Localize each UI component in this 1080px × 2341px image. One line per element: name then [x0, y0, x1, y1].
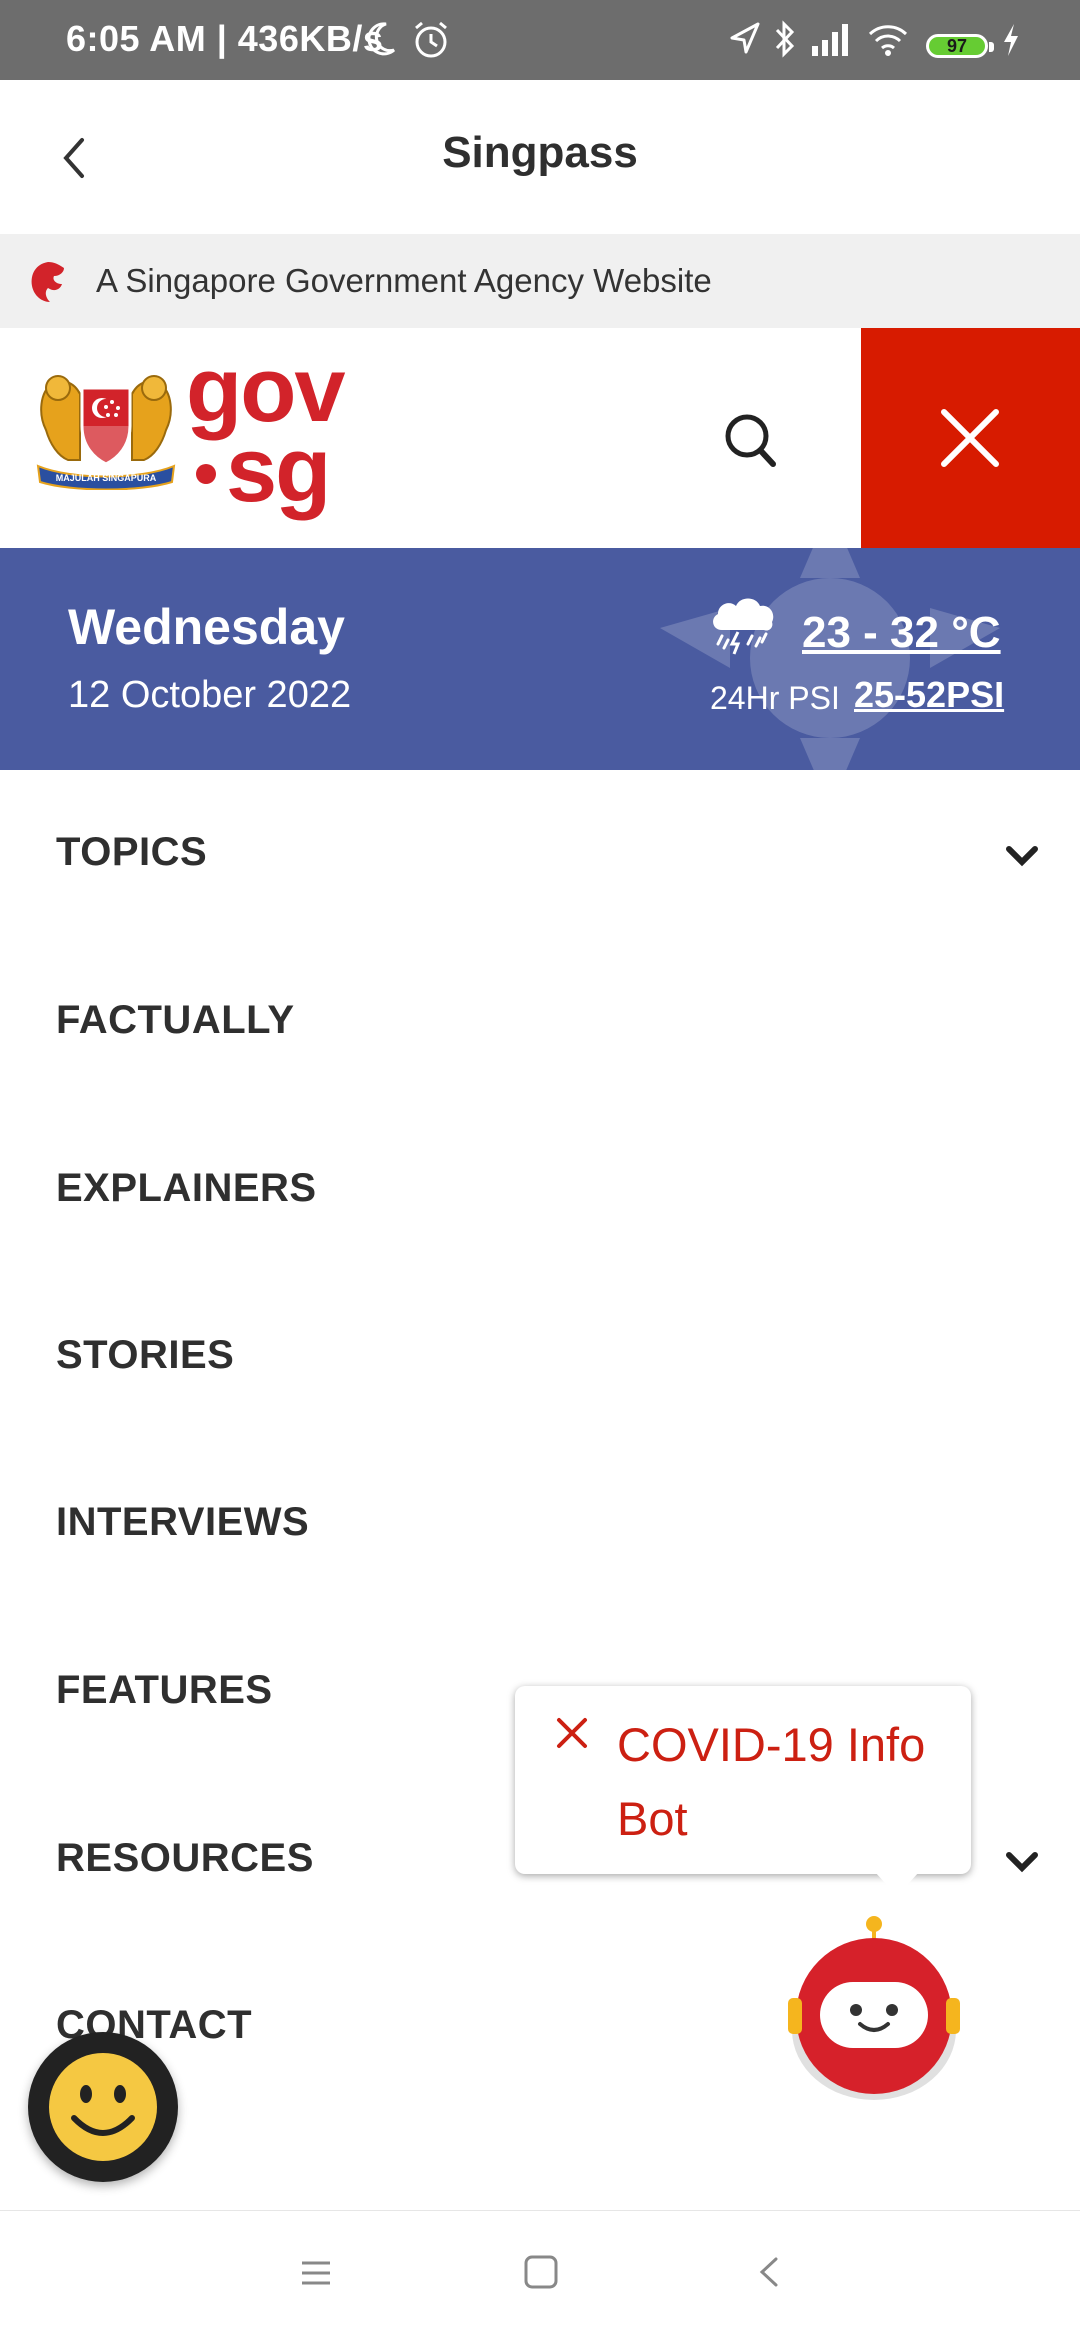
psi-label: 24Hr PSI — [710, 680, 840, 716]
home-icon[interactable] — [522, 2253, 560, 2296]
moon-icon — [364, 20, 398, 63]
status-time-speed: 6:05 AM | 436KB/s — [66, 18, 384, 59]
logo-dot — [196, 464, 216, 484]
chevron-down-icon[interactable] — [1004, 844, 1040, 873]
decorative-background-icon — [620, 548, 1040, 770]
menu-item-label: FEATURES — [56, 1668, 273, 1712]
wifi-icon — [866, 20, 910, 63]
sg-logo-text: sg — [226, 419, 331, 521]
chatbot-tooltip[interactable]: COVID-19 Info Bot — [515, 1686, 971, 1896]
singapore-crest-logo[interactable]: MAJULAH SINGAPURA — [32, 364, 180, 495]
psi-value-link[interactable]: 25-52PSI — [854, 674, 1004, 716]
battery-indicator: 97 — [926, 34, 994, 58]
feedback-smiley-button[interactable] — [28, 2032, 178, 2182]
close-icon — [941, 409, 999, 467]
menu-item-explainers[interactable]: EXPLAINERS — [0, 1106, 1080, 1274]
close-icon[interactable] — [555, 1716, 589, 1755]
system-nav-bar — [0, 2210, 1080, 2341]
weekday-label: Wednesday — [68, 599, 345, 655]
thunderstorm-icon — [708, 592, 778, 663]
search-icon[interactable] — [720, 408, 780, 472]
back-nav-icon[interactable] — [754, 2253, 784, 2296]
svg-text:MAJULAH SINGAPURA: MAJULAH SINGAPURA — [56, 473, 157, 483]
date-weather-panel: Wednesday 12 October 2022 23 - 32 °C 24H… — [0, 548, 1080, 770]
status-bar: 6:05 AM | 436KB/s 97 — [0, 0, 1080, 80]
chatbot-label[interactable]: COVID-19 Info Bot — [617, 1708, 957, 1856]
battery-level: 97 — [946, 36, 968, 56]
page-title: Singpass — [442, 128, 638, 177]
gov-agency-text: A Singapore Government Agency Website — [96, 262, 712, 299]
smiley-face-icon — [49, 2053, 157, 2161]
date-label: 12 October 2022 — [68, 674, 352, 716]
menu-item-label: EXPLAINERS — [56, 1166, 317, 1210]
temperature-link[interactable]: 23 - 32 °C — [802, 608, 1001, 658]
robot-chatbot-icon[interactable] — [786, 1912, 964, 2107]
close-menu-button[interactable] — [861, 328, 1080, 548]
menu-item-label: INTERVIEWS — [56, 1500, 310, 1544]
alarm-icon — [412, 20, 450, 65]
chevron-down-icon[interactable] — [1004, 1850, 1040, 1879]
signal-icon — [808, 20, 854, 65]
location-icon — [728, 20, 762, 63]
menu-item-topics[interactable]: TOPICS — [0, 770, 1080, 938]
recent-apps-icon[interactable] — [298, 2255, 334, 2296]
tooltip-pointer — [875, 1872, 919, 1896]
menu-item-stories[interactable]: STORIES — [0, 1273, 1080, 1441]
gov-agency-banner: A Singapore Government Agency Website — [0, 234, 1080, 328]
menu-item-label: TOPICS — [56, 830, 208, 874]
charging-icon — [1000, 20, 1022, 65]
app-bar: Singpass — [0, 80, 1080, 234]
bluetooth-icon — [772, 20, 798, 65]
menu-item-label: FACTUALLY — [56, 998, 295, 1042]
menu-item-label: STORIES — [56, 1333, 235, 1377]
lion-head-icon — [26, 258, 70, 311]
site-header: MAJULAH SINGAPURA gov sg — [0, 328, 1080, 548]
menu-item-factually[interactable]: FACTUALLY — [0, 938, 1080, 1106]
menu-item-label: RESOURCES — [56, 1836, 314, 1880]
menu-item-interviews[interactable]: INTERVIEWS — [0, 1440, 1080, 1608]
